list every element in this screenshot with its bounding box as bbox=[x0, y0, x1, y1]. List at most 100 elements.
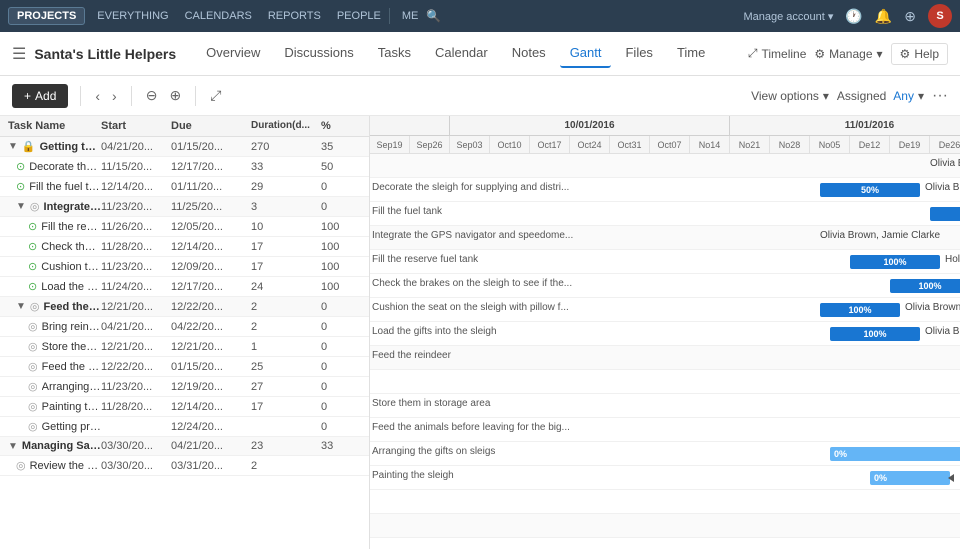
project-title: Santa's Little Helpers bbox=[34, 46, 176, 62]
toolbar-sep-2 bbox=[131, 86, 132, 106]
task-row: ◎ Store them in... 12/21/20... 12/21/20.… bbox=[0, 337, 369, 357]
task-start: 12/21/20... bbox=[101, 301, 171, 313]
task-percent: 0 bbox=[321, 361, 361, 373]
tab-tasks[interactable]: Tasks bbox=[368, 39, 421, 68]
zoom-out-icon[interactable]: ⊖ bbox=[144, 85, 160, 106]
task-duration: 17 bbox=[251, 241, 321, 253]
gantt-row: Cushion the seat on the sleigh with pill… bbox=[370, 298, 960, 322]
status-icon: ⊙ bbox=[28, 220, 37, 233]
nav-calendars[interactable]: CALENDARS bbox=[185, 10, 252, 22]
zoom-in-icon[interactable]: ⊕ bbox=[167, 85, 183, 106]
task-percent: 100 bbox=[321, 261, 361, 273]
task-percent: 50 bbox=[321, 161, 361, 173]
gantt-row: Fill the reserve fuel tank 100% Holly Pa… bbox=[370, 250, 960, 274]
week-nov28: No28 bbox=[770, 136, 810, 153]
task-duration: 27 bbox=[251, 381, 321, 393]
task-name-cell: ⊙ Decorate the sl... bbox=[16, 160, 101, 173]
view-options-button[interactable]: View options ▾ bbox=[751, 89, 829, 103]
nav-forward-icon[interactable]: › bbox=[110, 86, 119, 106]
task-duration: 1 bbox=[251, 341, 321, 353]
search-icon[interactable]: 🔍 bbox=[426, 9, 441, 23]
task-name-cell: ◎ Getting protecti... bbox=[28, 420, 101, 433]
nav-people[interactable]: PEOPLE bbox=[337, 10, 381, 22]
task-name: Integrate the G... bbox=[44, 201, 101, 213]
projects-button[interactable]: PROJECTS bbox=[8, 7, 85, 25]
week-dec26: De26 bbox=[930, 136, 960, 153]
task-duration: 10 bbox=[251, 221, 321, 233]
nav-everything[interactable]: EVERYTHING bbox=[97, 10, 168, 22]
task-name-cell: ▼ 🔒 Getting the sleigh ... bbox=[8, 140, 101, 153]
task-duration: 270 bbox=[251, 141, 321, 153]
tab-gantt[interactable]: Gantt bbox=[560, 39, 612, 68]
gantt-row: Painting the sleigh 0% bbox=[370, 466, 960, 490]
gantt-task-label: Integrate the GPS navigator and speedome… bbox=[372, 230, 573, 241]
collapse-arrow[interactable]: ▼ bbox=[8, 441, 18, 452]
gantt-task-label: Load the gifts into the sleigh bbox=[372, 326, 497, 337]
manage-button[interactable]: ⚙ Manage ▾ bbox=[814, 47, 882, 61]
gantt-bar: 100% bbox=[890, 279, 960, 293]
task-row: ◎ Review the clen... 03/30/20... 03/31/2… bbox=[0, 456, 369, 476]
expand-icon[interactable]: ⤢ bbox=[208, 85, 223, 106]
tab-files[interactable]: Files bbox=[615, 39, 662, 68]
week-oct10: Oct10 bbox=[490, 136, 530, 153]
collapse-arrow[interactable]: ▼ bbox=[16, 301, 26, 312]
task-duration: 29 bbox=[251, 181, 321, 193]
gantt-panel[interactable]: 10/01/2016 11/01/2016 12/01/2016 01/01/2… bbox=[370, 116, 960, 549]
task-name-cell: ⊙ Cushion the sea... bbox=[28, 260, 101, 273]
bar-percent-label: 50% bbox=[861, 185, 879, 195]
nav-back-icon[interactable]: ‹ bbox=[93, 86, 102, 106]
tab-overview[interactable]: Overview bbox=[196, 39, 270, 68]
tab-time[interactable]: Time bbox=[667, 39, 715, 68]
month-nov: 11/01/2016 bbox=[730, 116, 960, 135]
timeline-button[interactable]: ⤢ Timeline bbox=[748, 46, 807, 61]
tab-discussions[interactable]: Discussions bbox=[274, 39, 363, 68]
status-icon: ◎ bbox=[28, 340, 38, 353]
clock-icon[interactable]: 🕐 bbox=[845, 8, 862, 25]
task-percent: 33 bbox=[321, 440, 361, 452]
task-due: 12/17/20... bbox=[171, 161, 251, 173]
collapse-arrow[interactable]: ▼ bbox=[16, 201, 26, 212]
hamburger-menu[interactable]: ☰ bbox=[12, 44, 26, 64]
gantt-row: Decorate the sleigh for supplying and di… bbox=[370, 178, 960, 202]
task-name: Painting the slei... bbox=[42, 401, 101, 413]
assigned-filter[interactable]: Assigned Any ▾ bbox=[837, 89, 924, 103]
help-button[interactable]: ⚙ Help bbox=[891, 43, 948, 65]
tab-notes[interactable]: Notes bbox=[502, 39, 556, 68]
add-button[interactable]: + Add bbox=[12, 84, 68, 108]
tab-calendar[interactable]: Calendar bbox=[425, 39, 498, 68]
task-percent: 100 bbox=[321, 241, 361, 253]
nav-reports[interactable]: REPORTS bbox=[268, 10, 321, 22]
task-name-cell: ◎ Store them in... bbox=[28, 340, 101, 353]
week-oct17: Oct17 bbox=[530, 136, 570, 153]
task-name: Getting the sleigh ... bbox=[40, 141, 101, 153]
more-options-button[interactable]: ··· bbox=[932, 87, 948, 105]
gantt-task-label: Painting the sleigh bbox=[372, 470, 454, 481]
plus-circle-icon[interactable]: ⊕ bbox=[904, 8, 916, 25]
task-start: 03/30/20... bbox=[101, 460, 171, 472]
task-name-cell: ▼ ◎ Feed the reinde... bbox=[16, 300, 101, 313]
task-name: Cushion the sea... bbox=[41, 261, 101, 273]
week-oct31: Oct31 bbox=[610, 136, 650, 153]
task-row: ◎ Painting the slei... 11/28/20... 12/14… bbox=[0, 397, 369, 417]
task-percent: 100 bbox=[321, 281, 361, 293]
task-name-cell: ⊙ Fill the reserv... bbox=[28, 220, 101, 233]
bell-icon[interactable]: 🔔 bbox=[875, 8, 892, 25]
status-icon: ◎ bbox=[16, 459, 26, 472]
task-row: ◎ Getting protecti... 12/24/20... 0 bbox=[0, 417, 369, 437]
month-empty bbox=[370, 116, 450, 135]
week-dec19: De19 bbox=[890, 136, 930, 153]
gantt-assignee-label: Holly Parker bbox=[945, 254, 960, 265]
task-duration: 2 bbox=[251, 321, 321, 333]
task-due: 12/05/20... bbox=[171, 221, 251, 233]
task-name: Fill the reserv... bbox=[41, 221, 101, 233]
task-start: 04/21/20... bbox=[101, 321, 171, 333]
task-duration: 2 bbox=[251, 301, 321, 313]
gantt-assignee-label: Olivia Brown bbox=[925, 182, 960, 193]
me-button[interactable]: ME bbox=[402, 10, 419, 22]
task-start: 04/21/20... bbox=[101, 141, 171, 153]
gantt-row bbox=[370, 490, 960, 514]
task-name: Getting protecti... bbox=[42, 421, 101, 433]
collapse-arrow[interactable]: ▼ bbox=[8, 141, 18, 152]
user-avatar[interactable]: S bbox=[928, 4, 952, 28]
manage-account-link[interactable]: Manage account ▾ bbox=[743, 10, 833, 23]
